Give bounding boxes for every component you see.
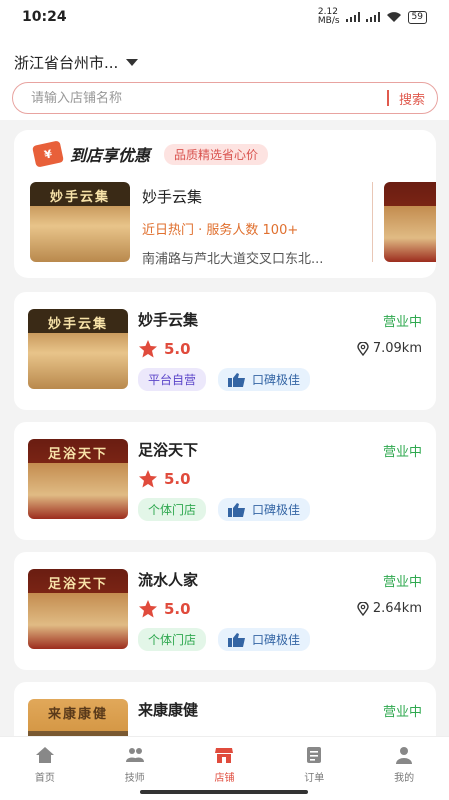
store-sign: 来康康健: [47, 707, 108, 722]
rating-value: 5.0: [164, 340, 191, 358]
status-bar: 10:24 2.12 MB/s 59: [0, 0, 449, 34]
store-name: 流水人家: [138, 571, 199, 589]
header: 浙江省台州市... 搜索: [0, 34, 449, 120]
promo-title: 到店享优惠: [70, 146, 151, 165]
tag-individual-store: 个体门店: [138, 628, 207, 651]
location-pin-icon: [357, 601, 369, 616]
tag-label: 口碑极佳: [252, 503, 301, 517]
distance-value: 7.09km: [372, 341, 422, 356]
tab-me[interactable]: 我的: [359, 737, 449, 800]
distance-value: 2.64km: [372, 601, 422, 616]
location-label: 浙江省台州市...: [14, 54, 119, 72]
tag-reputation: 口碑极佳: [218, 628, 311, 651]
store-name: 妙手云集: [138, 311, 199, 329]
tab-label: 订单: [304, 773, 325, 784]
wifi-icon: [386, 12, 401, 22]
network-speed: 2.12 MB/s: [317, 7, 340, 26]
store-image: 足浴天下: [28, 569, 128, 649]
promo-tag: 品质精选省心价: [164, 143, 269, 165]
tag-reputation: 口碑极佳: [218, 368, 311, 391]
store-image: 妙手云集: [30, 182, 130, 262]
store-distance: 2.64km: [357, 601, 422, 616]
store-sign: 足浴天下: [47, 447, 108, 462]
store-name: 足浴天下: [138, 441, 199, 459]
search-divider: [387, 90, 389, 106]
rating-value: 5.0: [164, 470, 191, 488]
thumbs-up-icon: [228, 502, 246, 517]
store-rating: 5.0: [138, 599, 191, 619]
tag-reputation: 口碑极佳: [218, 498, 311, 521]
store-distance: 7.09km: [357, 341, 422, 356]
thumbs-up-icon: [228, 632, 246, 647]
divider: [372, 182, 373, 262]
tab-home[interactable]: 首页: [0, 737, 90, 800]
battery-icon: 59: [407, 10, 427, 24]
tab-label: 店铺: [214, 773, 235, 784]
store-sign: 足浴天下: [47, 577, 108, 592]
user-icon: [396, 747, 413, 764]
store-image: 足浴天下: [28, 439, 128, 519]
promo-section: ¥ 到店享优惠 品质精选省心价 妙手云集 妙手云集 近日热门 · 服务人数 10…: [14, 130, 436, 278]
promo-store-address: 南浦路与芦北大道交叉口东北...: [142, 252, 324, 267]
star-icon: [139, 600, 157, 618]
store-name: 来康康健: [138, 701, 199, 719]
store-rating: 5.0: [138, 469, 191, 489]
rating-value: 5.0: [164, 600, 191, 618]
store-sign: 妙手云集: [47, 317, 108, 332]
star-icon: [139, 470, 157, 488]
promo-store-card[interactable]: 妙手云集 妙手云集 近日热门 · 服务人数 100+ 南浦路与芦北大道交叉口东北…: [30, 182, 358, 267]
status-time: 10:24: [22, 9, 67, 25]
store-sign: 妙手云集: [49, 190, 110, 205]
store-card[interactable]: 足浴天下 流水人家 营业中 5.0 2.64km 个体门店 口碑极佳: [14, 552, 436, 670]
store-rating: 5.0: [138, 339, 191, 359]
store-image: 妙手云集: [28, 309, 128, 389]
location-selector[interactable]: 浙江省台州市...: [14, 52, 139, 73]
home-indicator: [140, 790, 308, 794]
tab-label: 我的: [394, 773, 415, 784]
promo-store-hot: 近日热门 · 服务人数 100+: [142, 223, 299, 238]
tag-individual-store: 个体门店: [138, 498, 207, 521]
store-card[interactable]: 足浴天下 足浴天下 营业中 5.0 个体门店 口碑极佳: [14, 422, 436, 540]
tag-self-operated: 平台自营: [138, 368, 207, 391]
coupon-icon: ¥: [32, 140, 64, 168]
store-status: 营业中: [382, 445, 422, 460]
tag-label: 口碑极佳: [252, 373, 301, 387]
promo-store-name: 妙手云集: [142, 188, 203, 206]
tag-label: 口碑极佳: [252, 633, 301, 647]
search-input[interactable]: [31, 90, 378, 106]
signal-icon-2: [365, 12, 381, 22]
store-status: 营业中: [382, 315, 422, 330]
search-button[interactable]: 搜索: [399, 89, 425, 108]
shop-icon: [215, 748, 234, 763]
star-icon: [139, 340, 157, 358]
store-status: 营业中: [382, 705, 422, 720]
store-status: 营业中: [382, 575, 422, 590]
order-icon: [307, 747, 322, 763]
thumbs-up-icon: [228, 372, 246, 387]
caret-down-icon: [126, 59, 139, 66]
location-pin-icon: [357, 341, 369, 356]
home-icon: [35, 747, 54, 763]
tab-label: 技师: [124, 773, 145, 784]
next-store-image[interactable]: [384, 182, 436, 262]
store-card[interactable]: 妙手云集 妙手云集 营业中 5.0 7.09km 平台自营 口碑极佳: [14, 292, 436, 410]
people-icon: [125, 748, 144, 762]
tab-label: 首页: [34, 773, 55, 784]
search-bar: 搜索: [12, 82, 438, 114]
signal-icon: [345, 12, 361, 22]
